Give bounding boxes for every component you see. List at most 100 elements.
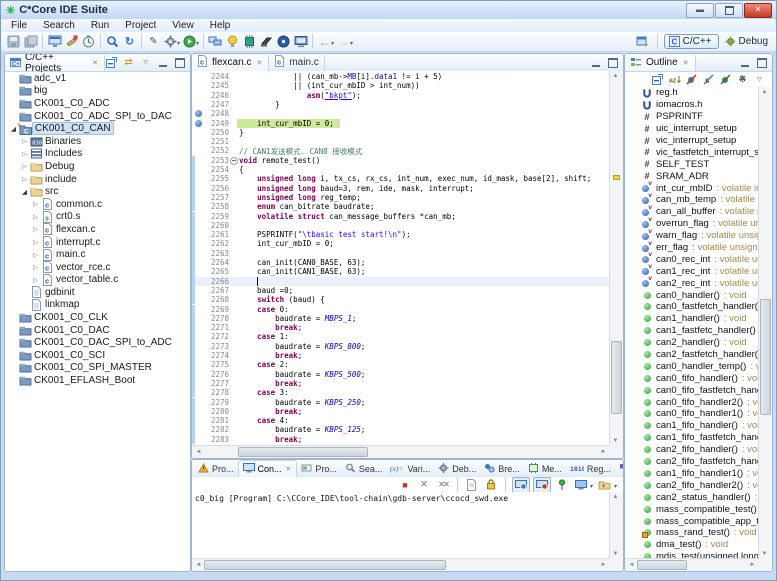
sort-icon[interactable]: az	[668, 73, 681, 85]
editor-line[interactable]: 2263	[192, 249, 610, 258]
erase-flash-icon[interactable]	[63, 34, 80, 50]
maximize-view-icon[interactable]	[606, 57, 619, 69]
editor-line[interactable]: 2269 case 0:	[192, 305, 610, 314]
outline-item[interactable]: can2_fastfetch_handler() : voi	[625, 349, 759, 361]
outline-item[interactable]: can2_fifo_handler2() : void	[625, 479, 759, 491]
editor-line[interactable]: 2277 break;	[192, 379, 610, 388]
debug-config-dropdown-icon[interactable]: ▾	[177, 40, 180, 47]
console-tab-Me[interactable]: Me...	[524, 461, 566, 477]
outline-item[interactable]: can2_fifo_fastfetch_handler() :	[625, 456, 759, 468]
editor-line[interactable]: 2244 || (can_mb->MB[i].data1 != i + 5)	[192, 72, 610, 81]
collapsed-arrow-icon[interactable]: ▷	[31, 251, 40, 259]
clear-icon[interactable]	[464, 478, 480, 492]
line-number[interactable]: 2270	[205, 314, 229, 323]
program-flash-icon[interactable]	[46, 34, 63, 50]
menu-project[interactable]: Project	[117, 20, 164, 31]
projects-tree[interactable]: adc_v1bigCK001_C0_ADCCK001_C0_ADC_SPI_to…	[5, 72, 190, 571]
outline-item[interactable]: mass_rand_test() : void	[625, 527, 759, 539]
view-menu-icon[interactable]: ▽	[753, 73, 766, 85]
tree-item[interactable]: CK001_EFLASH_Boot	[5, 374, 190, 387]
back-dropdown-icon[interactable]: ▾	[331, 40, 334, 47]
save-all-icon[interactable]	[22, 34, 39, 50]
line-number[interactable]: 2281	[205, 416, 229, 425]
outline-hscrollbar[interactable]: ◄ ►	[625, 558, 759, 571]
outline-item[interactable]: can1_fifo_fastfetch_handler() :	[625, 432, 759, 444]
editor-line[interactable]: 2255 unsigned long i, tx_cs, rx_cs, int_…	[192, 174, 610, 183]
line-number[interactable]: 2258	[205, 202, 229, 211]
breakpoint-icon[interactable]	[195, 120, 202, 127]
collapse-all-icon[interactable]	[651, 73, 664, 85]
screen-icon[interactable]	[292, 34, 309, 50]
tree-item[interactable]: CK001_C0_DAC	[5, 324, 190, 337]
bulb-icon[interactable]	[224, 34, 241, 50]
collapsed-arrow-icon[interactable]: ▷	[31, 200, 40, 208]
refresh-icon[interactable]: ↻	[121, 34, 138, 50]
line-number[interactable]: 2272	[205, 332, 229, 341]
editor-line[interactable]: 2273 baudrate = KBPS_800;	[192, 342, 610, 351]
outline-item[interactable]: iomacros.h	[625, 99, 759, 111]
expanded-arrow-icon[interactable]: ◢	[9, 125, 18, 133]
outline-item[interactable]: vcan2_rec_int : volatile unsigne	[625, 277, 759, 289]
line-number[interactable]: 2255	[205, 174, 229, 183]
tree-item[interactable]: ▷Debug	[5, 160, 190, 173]
collapsed-arrow-icon[interactable]: ▷	[31, 213, 40, 221]
console-tab-Pro[interactable]: Pro...	[297, 461, 341, 477]
line-number[interactable]: 2254	[205, 165, 229, 174]
editor-vscrollbar[interactable]: ▲ ▼	[609, 71, 623, 446]
tree-item[interactable]: ▷cinterrupt.c	[5, 236, 190, 249]
line-number[interactable]: 2256	[205, 184, 229, 193]
line-number[interactable]: 2263	[205, 249, 229, 258]
line-number[interactable]: 2257	[205, 193, 229, 202]
editor-line[interactable]: 2264 can_init(CAN0_BASE, 63);	[192, 258, 610, 267]
console-tab-Vari[interactable]: (x)=Vari...	[386, 461, 434, 477]
tree-item[interactable]: ◢CCK001_C0_CAN	[5, 122, 190, 135]
outline-item[interactable]: can1_handler() : void	[625, 313, 759, 325]
line-number[interactable]: 2273	[205, 342, 229, 351]
outline-list[interactable]: reg.hiomacros.h#PSPRINTF#uic_interrupt_s…	[625, 87, 759, 559]
hide-static-icon[interactable]: s	[702, 73, 715, 85]
collapsed-arrow-icon[interactable]: ▷	[20, 137, 29, 145]
line-number[interactable]: 2266	[205, 277, 229, 286]
editor-line[interactable]: 2254{	[192, 165, 610, 174]
collapsed-arrow-icon[interactable]: ▷	[31, 238, 40, 246]
editor-line[interactable]: 2245 || (int_cur_mbID > int_num))	[192, 81, 610, 90]
code-editor[interactable]: 2244 || (can_mb->MB[i].data1 != i + 5)22…	[192, 71, 610, 446]
expanded-arrow-icon[interactable]: ◢	[20, 188, 29, 196]
minimize-view-icon[interactable]	[156, 57, 169, 69]
editor-line[interactable]: 2256 unsigned long baud=3, rem, ide, mas…	[192, 184, 610, 193]
console-hscrollbar[interactable]: ◄ ►	[192, 558, 610, 571]
menu-view[interactable]: View	[164, 20, 202, 31]
remote-monitors-icon[interactable]	[207, 34, 224, 50]
editor-line[interactable]: 2266	[192, 277, 610, 286]
tree-item[interactable]: linkmap	[5, 299, 190, 312]
outline-item[interactable]: can1_fastfetc_handler() : void	[625, 325, 759, 337]
line-number[interactable]: 2261	[205, 230, 229, 239]
outline-item[interactable]: can0_handler_temp() : void	[625, 360, 759, 372]
editor-line[interactable]: 2282 baudrate = KBPS_125;	[192, 425, 610, 434]
open-perspective-icon[interactable]: +	[634, 34, 651, 50]
outline-item[interactable]: can1_fifo_handler() : void	[625, 420, 759, 432]
console-tab-Bre[interactable]: Bre...	[480, 461, 524, 477]
remove-icon[interactable]: ✕	[416, 478, 432, 492]
editor-line[interactable]: 2247 }	[192, 100, 610, 109]
tree-item[interactable]: adc_v1	[5, 72, 190, 85]
close-button[interactable]: ✕	[744, 3, 772, 18]
outline-item[interactable]: vcan_mb_temp : volatile struct	[625, 194, 759, 206]
editor-line[interactable]: 2283 break;	[192, 435, 610, 444]
outline-item[interactable]: mass_compatible_test() : void	[625, 503, 759, 515]
editor-line[interactable]: 2262 int_cur_mbID = 0;	[192, 239, 610, 248]
line-number[interactable]: 2249	[205, 119, 229, 128]
tree-item[interactable]: ▷cmain.c	[5, 248, 190, 261]
chip-icon[interactable]	[241, 34, 258, 50]
console-vscrollbar[interactable]: ▲ ▼	[609, 492, 623, 559]
fold-collapse-icon[interactable]	[230, 157, 238, 165]
editor-tab-flexcan-c[interactable]: cflexcan.c✕	[192, 55, 269, 71]
menu-search[interactable]: Search	[35, 20, 83, 31]
outline-item[interactable]: #vic_interrupt_setup	[625, 135, 759, 147]
outline-item[interactable]: can0_fifo_handler2() : void	[625, 396, 759, 408]
stdout-pin-icon[interactable]	[512, 477, 530, 493]
editor-line[interactable]: 2279 baudrate = KBPS_250;	[192, 398, 610, 407]
line-number[interactable]: 2280	[205, 407, 229, 416]
outline-item[interactable]: can2_status_handler() : void	[625, 491, 759, 503]
save-icon[interactable]	[5, 34, 22, 50]
